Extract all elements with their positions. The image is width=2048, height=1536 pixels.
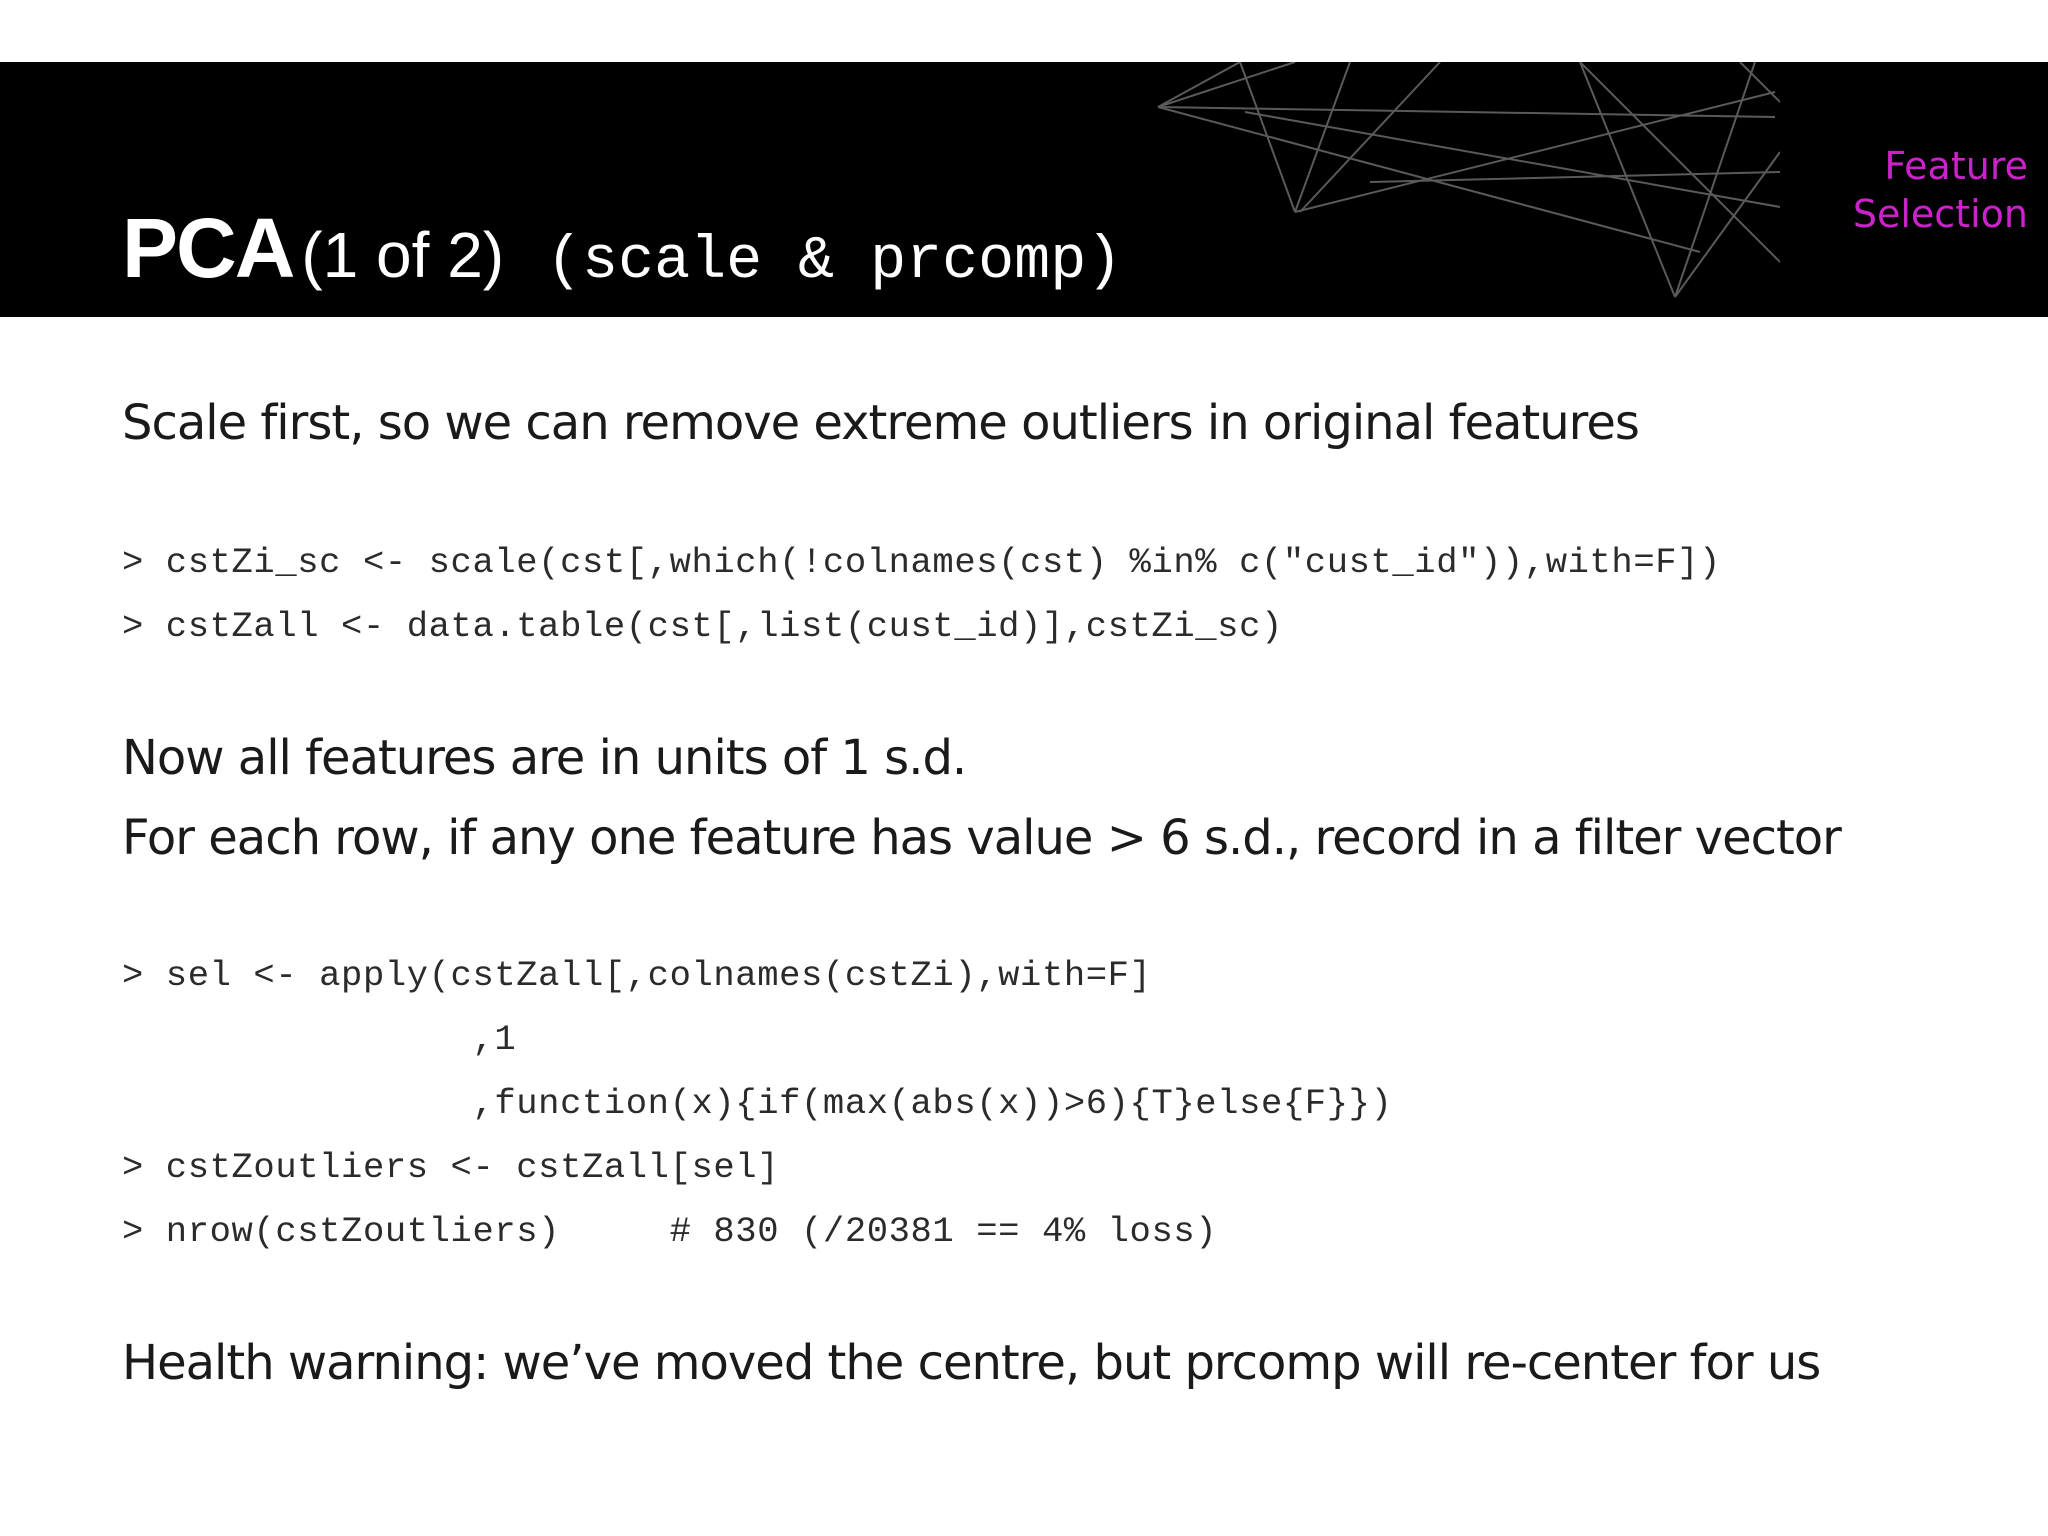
code-line: ,function(x){if(max(abs(x))>6){T}else{F}… — [122, 1083, 1393, 1124]
slide-title: PCA (1 of 2) (scale & prcomp) — [122, 200, 1122, 300]
code-line: > nrow(cstZoutliers) # 830 (/20381 == 4%… — [122, 1211, 1218, 1252]
title-main: PCA — [122, 201, 295, 295]
code-line: > cstZall <- data.table(cst[,list(cust_i… — [122, 606, 1283, 647]
section-label: Feature Selection — [1768, 142, 2028, 238]
code-line: > cstZoutliers <- cstZall[sel] — [122, 1147, 780, 1188]
paragraph-filter: For each row, if any one feature has val… — [122, 810, 1842, 866]
paragraph-health-warning: Health warning: we’ve moved the centre, … — [122, 1335, 1821, 1391]
title-code: (scale & prcomp) — [546, 228, 1123, 296]
code-line: > sel <- apply(cstZall[,colnames(cstZi),… — [122, 955, 1152, 996]
network-decoration — [1157, 62, 1780, 298]
section-label-line1: Feature — [1884, 144, 2028, 188]
paragraph-units: Now all features are in units of 1 s.d. — [122, 730, 967, 786]
paragraph-scale-first: Scale first, so we can remove extreme ou… — [122, 395, 1640, 451]
title-part-count: (1 of 2) — [301, 219, 505, 291]
code-line: ,1 — [122, 1019, 517, 1060]
section-label-line2: Selection — [1852, 192, 2028, 236]
code-line: > cstZi_sc <- scale(cst[,which(!colnames… — [122, 542, 1721, 583]
